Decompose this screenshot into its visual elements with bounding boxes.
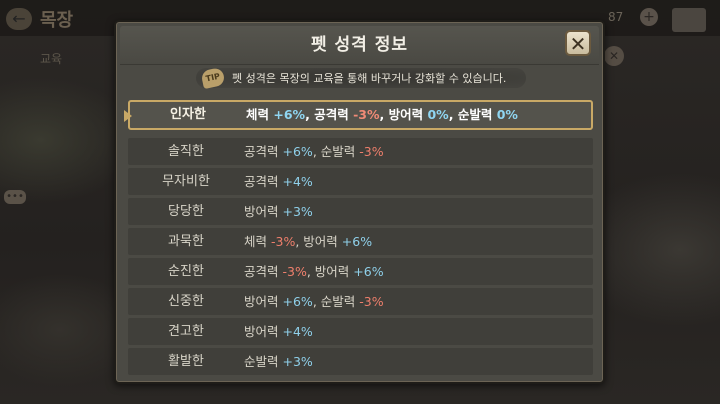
stat-value: +6%: [282, 144, 313, 159]
personality-name: 순진한: [168, 264, 204, 279]
stat-name: 순발력: [320, 294, 356, 309]
dialog-title: 펫 성격 정보: [310, 35, 409, 55]
back-arrow-icon[interactable]: ←: [6, 8, 32, 30]
personality-row[interactable]: 당당한 방어력 +3%: [128, 198, 593, 225]
stat-value: +6%: [282, 294, 313, 309]
stat-value: 0%: [427, 107, 449, 122]
stat-value: -3%: [359, 144, 384, 159]
personality-effects: 순발력 +3%: [244, 348, 313, 375]
separator: ,: [312, 144, 321, 159]
stat-value: +3%: [282, 354, 313, 369]
currency-count: 87: [608, 10, 624, 24]
personality-effects: 방어력 +3%: [244, 198, 313, 225]
stat-name: 체력: [246, 107, 270, 122]
separator: ,: [379, 107, 389, 122]
stat-value: -3%: [282, 264, 307, 279]
separator: ,: [306, 264, 315, 279]
stat-value: +4%: [282, 324, 313, 339]
stat-name: 공격력: [314, 107, 349, 122]
stat-value: 0%: [496, 107, 518, 122]
separator: ,: [312, 294, 321, 309]
chat-icon[interactable]: •••: [4, 190, 26, 204]
personality-name: 신중한: [168, 294, 204, 309]
stat-name: 순발력: [244, 354, 279, 369]
personality-effects: 방어력 +6%, 순발력 -3%: [244, 288, 384, 315]
stat-name: 순발력: [320, 144, 356, 159]
stat-name: 방어력: [244, 294, 279, 309]
tip-text: 펫 성격은 목장의 교육을 통해 바꾸거나 강화할 수 있습니다.: [232, 72, 507, 85]
screen-subtitle: 교육: [40, 52, 63, 66]
stat-name: 체력: [244, 234, 268, 249]
personality-effects: 공격력 +4%: [244, 168, 313, 195]
personality-effects: 체력 +6%, 공격력 -3%, 방어력 0%, 순발력 0%: [246, 102, 518, 128]
stat-name: 방어력: [244, 204, 279, 219]
personality-row[interactable]: 무자비한 공격력 +4%: [128, 168, 593, 195]
personality-name: 솔직한: [168, 144, 204, 159]
stat-name: 공격력: [244, 174, 279, 189]
personality-row[interactable]: 활발한 순발력 +3%: [128, 348, 593, 375]
stat-name: 공격력: [244, 144, 279, 159]
stat-value: -3%: [271, 234, 296, 249]
personality-row[interactable]: 신중한 방어력 +6%, 순발력 -3%: [128, 288, 593, 315]
personality-name: 인자한: [170, 107, 206, 122]
menu-button[interactable]: [672, 8, 706, 32]
stat-value: -3%: [353, 107, 380, 122]
personality-row[interactable]: 순진한 공격력 -3%, 방어력 +6%: [128, 258, 593, 285]
stat-value: +3%: [282, 204, 313, 219]
add-currency-icon[interactable]: +: [640, 8, 658, 26]
close-button[interactable]: ✕: [565, 30, 591, 56]
stat-name: 순발력: [457, 107, 493, 122]
personality-row[interactable]: 솔직한 공격력 +6%, 순발력 -3%: [128, 138, 593, 165]
personality-row[interactable]: 과묵한 체력 -3%, 방어력 +6%: [128, 228, 593, 255]
separator: ,: [448, 107, 458, 122]
personality-effects: 방어력 +4%: [244, 318, 313, 345]
personality-row[interactable]: 견고한 방어력 +4%: [128, 318, 593, 345]
stat-name: 방어력: [303, 234, 338, 249]
pet-personality-dialog: 펫 성격 정보 ✕ TIP 펫 성격은 목장의 교육을 통해 바꾸거나 강화할 …: [114, 20, 605, 384]
personality-name: 당당한: [168, 204, 204, 219]
personality-effects: 공격력 +6%, 순발력 -3%: [244, 138, 384, 165]
personality-name: 견고한: [168, 324, 204, 339]
screen-title: 목장: [40, 10, 74, 31]
stat-value: +4%: [282, 174, 313, 189]
stat-value: +6%: [341, 234, 373, 249]
personality-effects: 체력 -3%, 방어력 +6%: [244, 228, 372, 255]
stat-value: -3%: [359, 294, 384, 309]
separator: ,: [305, 107, 315, 122]
personality-list: 인자한 체력 +6%, 공격력 -3%, 방어력 0%, 순발력 0% 솔직한 공격력…: [124, 100, 593, 378]
stat-name: 방어력: [314, 264, 350, 279]
stat-name: 방어력: [244, 324, 279, 339]
stat-value: +6%: [353, 264, 384, 279]
personality-name: 무자비한: [162, 174, 210, 189]
stat-value: +6%: [273, 107, 306, 122]
stat-name: 방어력: [388, 107, 424, 122]
background-close-icon: ✕: [604, 46, 624, 66]
stat-name: 공격력: [244, 264, 279, 279]
personality-row[interactable]: 인자한 체력 +6%, 공격력 -3%, 방어력 0%, 순발력 0%: [124, 100, 593, 130]
personality-effects: 공격력 -3%, 방어력 +6%: [244, 258, 384, 285]
personality-name: 과묵한: [168, 234, 204, 249]
personality-name: 활발한: [168, 354, 204, 369]
dialog-header: 펫 성격 정보 ✕: [120, 26, 599, 65]
